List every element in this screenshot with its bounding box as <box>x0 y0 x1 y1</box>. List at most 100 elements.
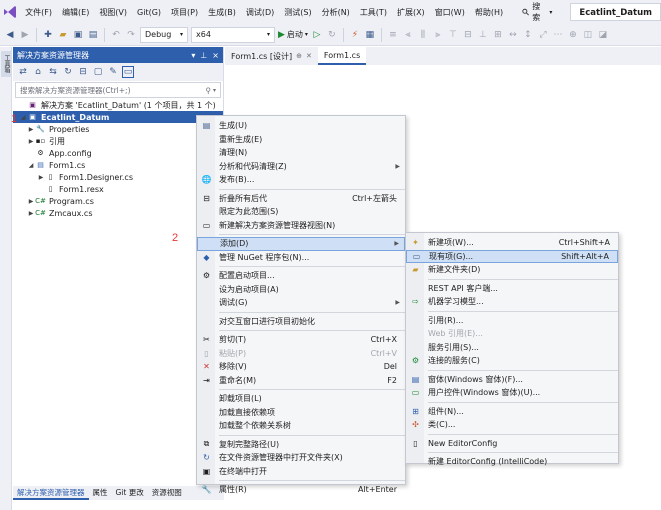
menu-item-configure-startup[interactable]: ⚙ 配置启动项目... <box>197 269 405 283</box>
preview-icon[interactable]: ▭ <box>122 66 134 78</box>
menu-item-unload-project[interactable]: 卸载项目(L) <box>197 392 405 406</box>
send-back-icon[interactable]: ◪ <box>597 29 609 41</box>
new-project-icon[interactable]: ✚ <box>42 29 54 41</box>
collapsed-arrow-icon[interactable]: ▶ <box>37 174 45 181</box>
menu-item-set-startup[interactable]: 设为启动项目(A) <box>197 283 405 297</box>
expanded-arrow-icon[interactable]: ◢ <box>27 162 35 169</box>
start-debug-button[interactable]: ▶ 启动 ▾ <box>278 29 308 40</box>
menu-item-analyze[interactable]: 分析和代码清理(Z) ▶ <box>197 160 405 174</box>
center-icon[interactable]: ⊕ <box>567 29 579 41</box>
menu-item-paste[interactable]: ▯ 粘贴(P) Ctrl+V <box>197 347 405 361</box>
menu-window[interactable]: 窗口(W) <box>430 7 470 18</box>
format-icon[interactable]: ≡ <box>387 29 399 41</box>
show-all-files-icon[interactable]: ▢ <box>92 66 104 78</box>
tab-resource-view[interactable]: 资源视图 <box>148 486 186 500</box>
menu-item-cut[interactable]: ✂ 剪切(T) Ctrl+X <box>197 333 405 347</box>
menu-item-windows-form[interactable]: ▤ 窗体(Windows 窗体)(F)... <box>406 373 618 387</box>
menu-item-new-editorconfig[interactable]: ▯ New EditorConfig <box>406 437 618 451</box>
tab-form1-designer[interactable]: Form1.cs [设计] ⊕ ✕ <box>225 47 318 65</box>
menu-file[interactable]: 文件(F) <box>20 7 57 18</box>
menu-debug[interactable]: 调试(D) <box>241 7 279 18</box>
collapsed-arrow-icon[interactable]: ▶ <box>27 210 35 217</box>
menu-item-new-item[interactable]: ✦ 新建项(W)... Ctrl+Shift+A <box>406 236 618 250</box>
menu-item-new-editorconfig-intellicode[interactable]: 新建 EditorConfig (IntelliCode) <box>406 455 618 469</box>
menu-item-web-reference[interactable]: Web 引用(E)... <box>406 327 618 341</box>
grid-icon[interactable]: ⊞ <box>492 29 504 41</box>
configuration-select[interactable]: Debug ▾ <box>140 26 188 43</box>
tab-solution-explorer[interactable]: 解决方案资源管理器 <box>13 486 89 500</box>
menu-item-open-in-terminal[interactable]: ▣ 在终端中打开 <box>197 465 405 479</box>
menu-item-build[interactable]: ▤ 生成(U) <box>197 119 405 133</box>
menu-item-remove[interactable]: ✕ 移除(V) Del <box>197 360 405 374</box>
menu-tools[interactable]: 工具(T) <box>355 7 392 18</box>
menu-item-service-reference[interactable]: 服务引用(S)... <box>406 341 618 355</box>
forward-icon[interactable]: ▶ <box>19 29 31 41</box>
menu-item-class[interactable]: ✣ 类(C)... <box>406 418 618 432</box>
menu-item-ml-model[interactable]: ⇨ 机器学习模型... <box>406 295 618 309</box>
menu-item-existing-item[interactable]: ▭ 现有项(G)... Shift+Alt+A <box>406 249 618 263</box>
menu-item-reference[interactable]: 引用(R)... <box>406 314 618 328</box>
window-position-icon[interactable]: ▾ <box>191 51 195 60</box>
menu-item-manage-nuget[interactable]: ◆ 管理 NuGet 程序包(N)... <box>197 251 405 265</box>
menu-item-rebuild[interactable]: 重新生成(E) <box>197 133 405 147</box>
search-button[interactable]: 搜索 ▾ <box>516 1 558 23</box>
menu-git[interactable]: Git(G) <box>132 8 166 17</box>
spacing-icon[interactable]: ⋯ <box>552 29 564 41</box>
tree-node-form1-resx[interactable]: ▯ Form1.resx <box>13 183 223 195</box>
menu-item-rename[interactable]: ⇥ 重命名(M) F2 <box>197 374 405 388</box>
refresh-icon[interactable]: ↻ <box>326 29 338 41</box>
tree-node-program[interactable]: ▶ C# Program.cs <box>13 195 223 207</box>
menu-item-connected-services[interactable]: ⚙ 连接的服务(C) <box>406 354 618 368</box>
menu-item-collapse-descendants[interactable]: ⊟ 折叠所有后代 Ctrl+左箭头 <box>197 192 405 206</box>
menu-edit[interactable]: 编辑(E) <box>57 7 94 18</box>
sync-icon[interactable]: ⇆ <box>47 66 59 78</box>
menu-project[interactable]: 项目(P) <box>166 7 203 18</box>
menu-item-new-se-view[interactable]: ▭ 新建解决方案资源管理器视图(N) <box>197 219 405 233</box>
align-top-icon[interactable]: ⊤ <box>447 29 459 41</box>
same-height-icon[interactable]: ↕ <box>522 29 534 41</box>
tab-properties[interactable]: 属性 <box>89 486 112 500</box>
menu-item-open-in-explorer[interactable]: ↻ 在文件资源管理器中打开文件夹(X) <box>197 451 405 465</box>
align-center-icon[interactable]: ⫼ <box>417 29 429 41</box>
close-icon[interactable]: ✕ <box>306 52 312 60</box>
expanded-arrow-icon[interactable]: ◢ <box>19 114 27 121</box>
align-right-icon[interactable]: ⫸ <box>432 29 444 41</box>
undo-icon[interactable]: ↶ <box>110 29 122 41</box>
menu-item-add[interactable]: 添加(D) ▶ <box>197 237 405 251</box>
redo-icon[interactable]: ↷ <box>125 29 137 41</box>
menu-item-properties[interactable]: 🔧 属性(R) Alt+Enter <box>197 483 405 497</box>
tree-node-references[interactable]: ▶ ▪▫ 引用 <box>13 135 223 147</box>
pin-icon[interactable]: ⊕ <box>296 52 302 60</box>
tree-node-app-config[interactable]: ⚙ App.config <box>13 147 223 159</box>
same-size-icon[interactable]: ⤢ <box>537 29 549 41</box>
refresh-icon[interactable]: ↻ <box>62 66 74 78</box>
menu-item-load-dep-tree[interactable]: 加载整个依赖关系树 <box>197 419 405 433</box>
menu-item-publish[interactable]: 🌐 发布(B)... <box>197 173 405 187</box>
tree-node-form1-designer[interactable]: ▶ ▯ Form1.Designer.cs <box>13 171 223 183</box>
save-icon[interactable]: ▣ <box>72 29 84 41</box>
menu-view[interactable]: 视图(V) <box>94 7 132 18</box>
collapsed-arrow-icon[interactable]: ▶ <box>27 126 35 133</box>
menu-help[interactable]: 帮助(H) <box>470 7 508 18</box>
tree-node-project[interactable]: ◢ ▣ Ecatlint_Datum <box>13 111 223 123</box>
tree-node-zmcaux[interactable]: ▶ C# Zmcaux.cs <box>13 207 223 219</box>
align-middle-icon[interactable]: ⊟ <box>462 29 474 41</box>
bring-front-icon[interactable]: ◫ <box>582 29 594 41</box>
menu-item-interactive-init[interactable]: 对交互窗口进行项目初始化 <box>197 315 405 329</box>
same-width-icon[interactable]: ↔ <box>507 29 519 41</box>
menu-item-scope-to-this[interactable]: 限定为此范围(S) <box>197 205 405 219</box>
collapse-all-icon[interactable]: ⊟ <box>77 66 89 78</box>
tab-git-changes[interactable]: Git 更改 <box>112 486 148 500</box>
switch-views-icon[interactable]: ⇄ <box>17 66 29 78</box>
align-left-icon[interactable]: ⫷ <box>402 29 414 41</box>
menu-analyze[interactable]: 分析(N) <box>317 7 355 18</box>
collapsed-arrow-icon[interactable]: ▶ <box>27 138 35 145</box>
menu-test[interactable]: 测试(S) <box>279 7 316 18</box>
tree-node-solution[interactable]: ▣ 解决方案 'Ecatlint_Datum' (1 个项目，共 1 个) <box>13 99 223 111</box>
tree-node-form1[interactable]: ◢ ▤ Form1.cs <box>13 159 223 171</box>
menu-item-new-folder[interactable]: ▰ 新建文件夹(D) <box>406 263 618 277</box>
menu-item-user-control[interactable]: ▭ 用户控件(Windows 窗体)(U)... <box>406 386 618 400</box>
menu-item-clean[interactable]: 清理(N) <box>197 146 405 160</box>
menu-item-load-direct-deps[interactable]: 加载直接依赖项 <box>197 406 405 420</box>
menu-build[interactable]: 生成(B) <box>203 7 241 18</box>
